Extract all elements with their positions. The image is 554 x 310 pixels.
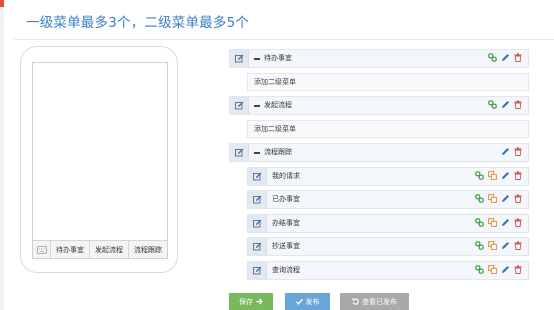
submenu-label: 抄送事宜 [272, 242, 300, 250]
menu-label: 流程跟踪 [264, 148, 292, 156]
page-title: 一级菜单最多3个，二级菜单最多5个 [26, 15, 250, 31]
preview-menu-item-start[interactable]: 发起流程 [90, 241, 129, 258]
link-icon[interactable] [475, 241, 484, 250]
active-marker [0, 0, 4, 7]
preview-menu-item-track[interactable]: 流程跟踪 [129, 241, 167, 258]
add-submenu-button[interactable]: 添加二级菜单 [247, 120, 529, 138]
view-published-button[interactable]: 查看已发布 [340, 293, 409, 310]
check-icon [295, 298, 303, 305]
menu-row-todo[interactable]: 待办事宜 [229, 49, 529, 68]
pencil-icon[interactable] [501, 53, 510, 62]
edit-square-icon[interactable] [230, 144, 249, 161]
pencil-icon[interactable] [501, 218, 510, 227]
preview-menu-item-todo[interactable]: 待办事宜 [51, 241, 90, 258]
submenu-row[interactable]: 抄送事宜 [247, 237, 529, 256]
publish-button[interactable]: 发布 [285, 293, 330, 310]
phone-preview-screen: 待办事宜 发起流程 流程跟踪 [32, 62, 168, 259]
menu-label: 待办事宜 [264, 54, 292, 62]
edit-square-icon[interactable] [248, 238, 267, 255]
arrow-right-icon [256, 298, 263, 305]
link-icon[interactable] [475, 171, 484, 180]
pencil-icon[interactable] [501, 194, 510, 203]
copy-icon[interactable] [488, 241, 497, 250]
submenu-label: 办结事宜 [272, 219, 300, 227]
publish-label: 发布 [305, 297, 320, 306]
trash-icon[interactable] [514, 241, 522, 250]
menu-label: 发起流程 [264, 101, 292, 109]
pencil-icon[interactable] [501, 147, 510, 156]
trash-icon[interactable] [514, 147, 522, 156]
trash-icon[interactable] [514, 218, 522, 227]
trash-icon[interactable] [514, 53, 522, 62]
submenu-row[interactable]: 我的请求 [247, 167, 529, 186]
save-button[interactable]: 保存 [229, 293, 273, 310]
pencil-icon[interactable] [501, 241, 510, 250]
collapse-icon[interactable] [254, 58, 260, 60]
link-icon[interactable] [475, 265, 484, 274]
copy-icon[interactable] [488, 265, 497, 274]
title-divider [14, 39, 554, 40]
edit-square-icon[interactable] [248, 168, 267, 185]
pencil-icon[interactable] [501, 265, 510, 274]
edit-square-icon[interactable] [230, 50, 249, 67]
view-published-label: 查看已发布 [362, 297, 397, 306]
pencil-icon[interactable] [501, 171, 510, 180]
edit-square-icon[interactable] [230, 97, 249, 114]
copy-icon[interactable] [488, 194, 497, 203]
left-edge-bar [0, 0, 4, 310]
link-icon[interactable] [488, 100, 497, 109]
copy-icon[interactable] [488, 171, 497, 180]
trash-icon[interactable] [514, 265, 522, 274]
trash-icon[interactable] [514, 100, 522, 109]
trash-icon[interactable] [514, 171, 522, 180]
add-submenu-button[interactable]: 添加二级菜单 [247, 73, 529, 91]
submenu-label: 我的请求 [272, 172, 300, 180]
keyboard-icon[interactable] [33, 241, 51, 258]
menu-row-track[interactable]: 流程跟踪 [229, 143, 529, 162]
submenu-row[interactable]: 查询流程 [247, 261, 529, 280]
submenu-label: 已办事宜 [272, 195, 300, 203]
edit-square-icon[interactable] [248, 215, 267, 232]
link-icon[interactable] [488, 53, 497, 62]
link-icon[interactable] [475, 218, 484, 227]
collapse-icon[interactable] [254, 152, 260, 154]
edit-square-icon[interactable] [248, 262, 267, 279]
edit-square-icon[interactable] [248, 191, 267, 208]
preview-menu-bar: 待办事宜 发起流程 流程跟踪 [33, 240, 167, 258]
submenu-row[interactable]: 办结事宜 [247, 214, 529, 233]
undo-icon [352, 298, 359, 305]
save-label: 保存 [239, 297, 253, 306]
trash-icon[interactable] [514, 194, 522, 203]
submenu-label: 查询流程 [272, 266, 300, 274]
link-icon[interactable] [475, 194, 484, 203]
submenu-row[interactable]: 已办事宜 [247, 190, 529, 209]
menu-row-start[interactable]: 发起流程 [229, 96, 529, 115]
copy-icon[interactable] [488, 218, 497, 227]
collapse-icon[interactable] [254, 105, 260, 107]
pencil-icon[interactable] [501, 100, 510, 109]
